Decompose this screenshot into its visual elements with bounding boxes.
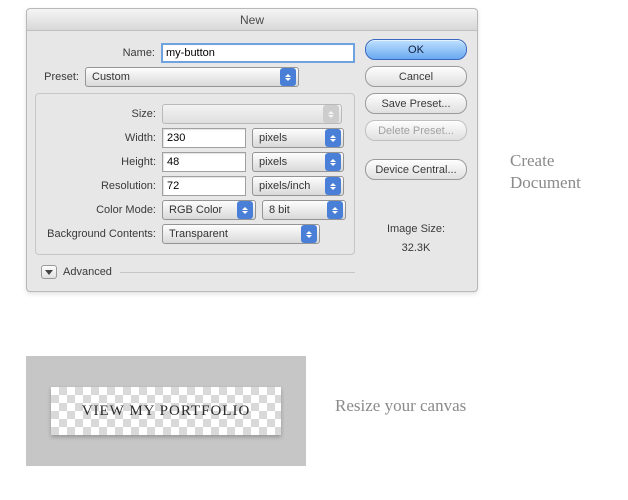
- height-label: Height:: [36, 156, 162, 168]
- resolution-input[interactable]: [162, 176, 246, 196]
- colordepth-value: 8 bit: [269, 204, 323, 216]
- name-input[interactable]: [161, 43, 355, 63]
- colormode-label: Color Mode:: [36, 204, 162, 216]
- colormode-select[interactable]: RGB Color: [162, 200, 256, 220]
- height-unit-select[interactable]: pixels: [252, 152, 344, 172]
- advanced-label: Advanced: [63, 266, 112, 278]
- chevrons-icon: [323, 105, 339, 123]
- dialog-title: New: [27, 9, 477, 31]
- height-unit-value: pixels: [259, 156, 321, 168]
- bg-label: Background Contents:: [36, 228, 162, 240]
- cancel-button[interactable]: Cancel: [365, 66, 467, 87]
- device-central-button[interactable]: Device Central...: [365, 159, 467, 180]
- save-preset-button[interactable]: Save Preset...: [365, 93, 467, 114]
- image-size-label: Image Size:: [365, 220, 467, 239]
- ok-button[interactable]: OK: [365, 39, 467, 60]
- delete-preset-button: Delete Preset...: [365, 120, 467, 141]
- chevrons-icon: [325, 177, 341, 195]
- preset-select[interactable]: Custom: [85, 67, 299, 87]
- size-select: [162, 104, 342, 124]
- resolution-unit-value: pixels/inch: [259, 180, 321, 192]
- preset-label: Preset:: [35, 71, 85, 83]
- chevrons-icon: [237, 201, 253, 219]
- resolution-unit-select[interactable]: pixels/inch: [252, 176, 344, 196]
- chevrons-icon: [327, 201, 343, 219]
- size-label: Size:: [36, 108, 162, 120]
- annotation-resize-canvas: Resize your canvas: [335, 395, 475, 417]
- document-canvas[interactable]: VIEW MY PORTFOLIO: [51, 387, 281, 435]
- dimensions-group: Size: Width: pixels Height:: [35, 93, 355, 255]
- width-label: Width:: [36, 132, 162, 144]
- image-size-info: Image Size: 32.3K: [365, 220, 467, 257]
- width-unit-select[interactable]: pixels: [252, 128, 344, 148]
- image-size-value: 32.3K: [365, 239, 467, 258]
- bg-value: Transparent: [169, 228, 297, 240]
- width-unit-value: pixels: [259, 132, 321, 144]
- colordepth-select[interactable]: 8 bit: [262, 200, 346, 220]
- annotation-create-document: Create Document: [510, 150, 620, 194]
- canvas-button-text: VIEW MY PORTFOLIO: [82, 403, 251, 420]
- chevrons-icon: [325, 153, 341, 171]
- advanced-disclosure[interactable]: [41, 265, 57, 279]
- preset-value: Custom: [92, 71, 276, 83]
- width-input[interactable]: [162, 128, 246, 148]
- new-document-dialog: New Name: Preset: Custom Size:: [26, 8, 478, 292]
- chevrons-icon: [280, 68, 296, 86]
- divider: [120, 272, 355, 273]
- name-label: Name:: [35, 47, 161, 59]
- chevrons-icon: [301, 225, 317, 243]
- height-input[interactable]: [162, 152, 246, 172]
- resolution-label: Resolution:: [36, 180, 162, 192]
- colormode-value: RGB Color: [169, 204, 233, 216]
- chevrons-icon: [325, 129, 341, 147]
- canvas-workspace: VIEW MY PORTFOLIO: [26, 356, 306, 466]
- bg-select[interactable]: Transparent: [162, 224, 320, 244]
